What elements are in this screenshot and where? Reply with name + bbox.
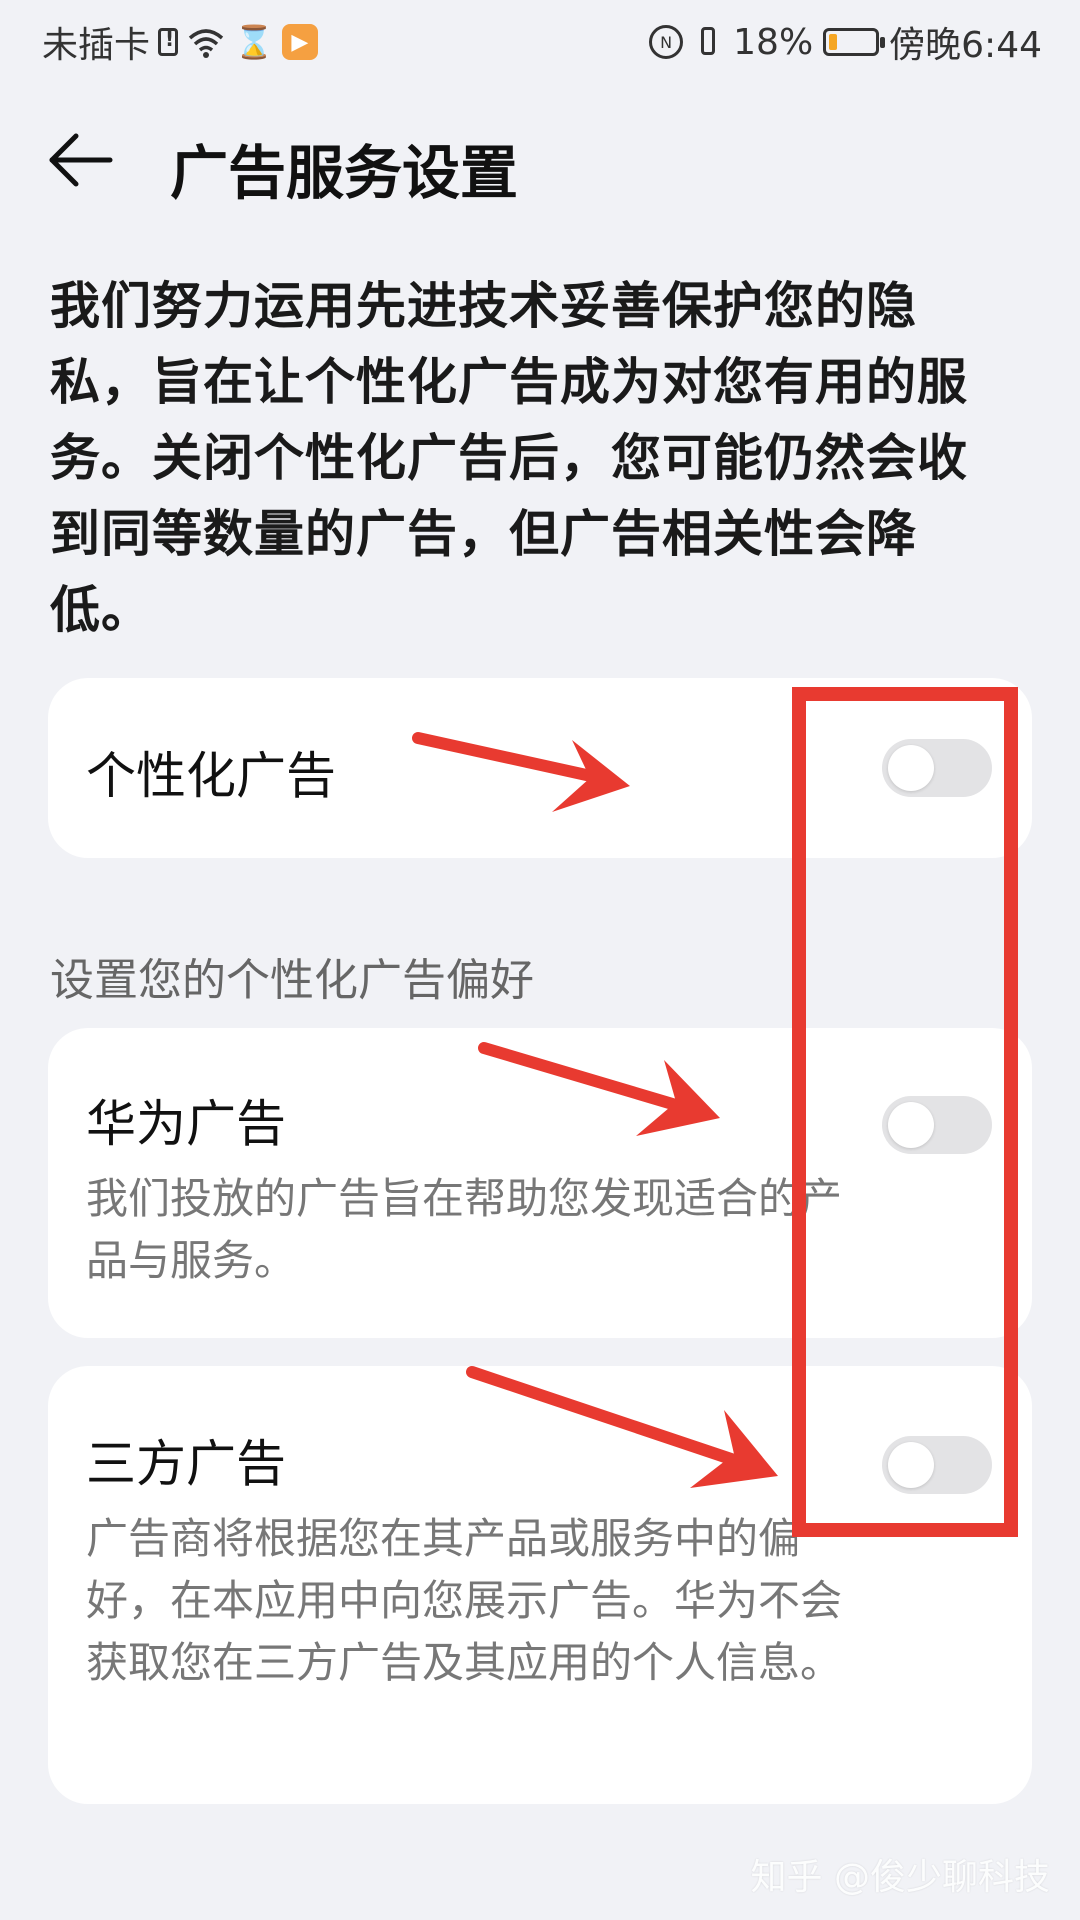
annotation-arrows — [412, 732, 778, 1488]
annotation-arrow-1 — [412, 732, 630, 812]
annotation-arrow-3 — [466, 1366, 778, 1488]
watermark: 知乎 @俊少聊科技 — [750, 1857, 1050, 1898]
annotation-arrow-2 — [478, 1042, 720, 1136]
